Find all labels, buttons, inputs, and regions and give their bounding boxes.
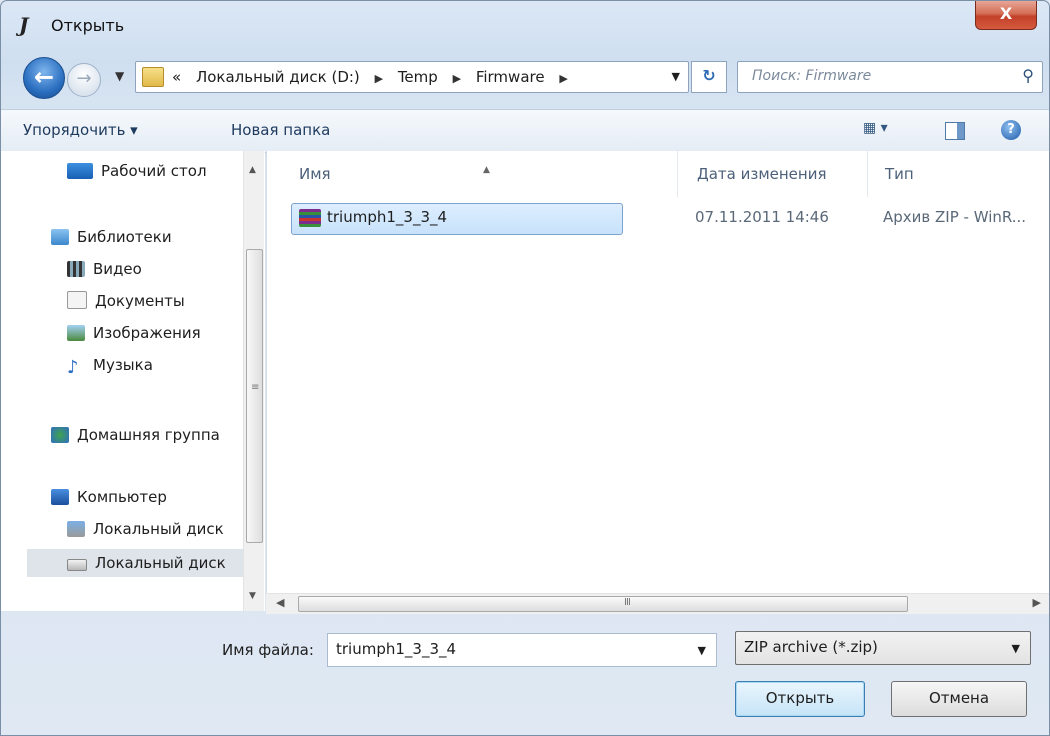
refresh-icon: ↻ [702,66,716,85]
grip-icon: ≡ [251,382,260,393]
breadcrumb-overflow[interactable]: « [172,68,181,86]
system-drive-icon [67,521,85,537]
breadcrumb-firmware[interactable]: Firmware [476,68,545,86]
chevron-down-icon: ▼ [1011,642,1020,655]
documents-icon [67,291,87,309]
nav-item-desktop[interactable]: Рабочий стол [67,159,207,183]
preview-pane-icon[interactable] [945,122,965,140]
nav-item-drive-c[interactable]: Локальный диск [67,517,224,541]
scrollbar-thumb[interactable]: ≡ [246,249,263,543]
filename-dropdown-icon[interactable]: ▼ [698,644,706,657]
nav-item-libraries[interactable]: Библиотеки [51,225,172,249]
views-button[interactable]: ▦ ▾ [863,120,888,136]
navigation-pane: Рабочий стол Библиотеки Видео Документы … [1,151,265,611]
desktop-icon [67,163,93,179]
nav-item-music[interactable]: ♪ Музыка [67,353,153,378]
libraries-icon [51,229,69,245]
nav-item-pictures[interactable]: Изображения [67,321,201,345]
window-title: Открыть [51,16,125,35]
filename-label: Имя файла: [222,641,314,659]
breadcrumb: « Локальный диск (D:) ▶ Temp ▶ Firmware … [172,68,578,86]
homegroup-icon [51,427,69,443]
music-icon: ♪ [67,357,79,378]
new-folder-button[interactable]: Новая папка [231,121,330,139]
scroll-down-icon[interactable]: ▼ [249,591,256,601]
forward-arrow-icon: → [76,68,92,89]
app-icon: J [19,13,29,37]
search-input[interactable]: Поиск: Firmware ⚲ [737,61,1043,93]
folder-icon [142,67,164,87]
computer-icon [51,489,69,505]
column-header-name[interactable]: Имя ▲ [267,151,678,197]
nav-item-drive-d[interactable]: Локальный диск [67,551,226,575]
address-bar[interactable]: « Локальный диск (D:) ▶ Temp ▶ Firmware … [135,61,689,93]
video-icon [67,261,85,277]
nav-item-homegroup[interactable]: Домашняя группа [51,423,220,447]
open-file-dialog: J Открыть X ← → ▼ « Локальный диск (D:) … [0,0,1050,736]
recent-pages-dropdown[interactable]: ▼ [115,69,124,83]
refresh-button[interactable]: ↻ [691,61,727,93]
title-bar: J Открыть X [1,1,1049,49]
column-header-type[interactable]: Тип [875,151,1049,197]
open-button[interactable]: Открыть [735,681,865,717]
back-arrow-icon: ← [33,63,55,91]
close-button[interactable]: X [975,1,1037,30]
file-type-value: ZIP archive (*.zip) [744,638,878,656]
sort-ascending-icon: ▲ [483,165,490,175]
grip-icon: Ⅲ [624,597,631,608]
cancel-button[interactable]: Отмена [891,681,1027,717]
scroll-left-icon[interactable]: ◀ [276,596,284,609]
help-icon[interactable]: ? [1001,120,1021,140]
breadcrumb-separator-icon[interactable]: ▶ [375,72,383,85]
file-date: 07.11.2011 14:46 [695,208,829,226]
nav-item-computer[interactable]: Компьютер [51,485,167,509]
table-row[interactable]: triumph1_3_3_4 07.11.2011 14:46 Архив ZI… [291,203,1049,235]
breadcrumb-temp[interactable]: Temp [398,68,438,86]
file-type: Архив ZIP - WinR... [883,208,1027,226]
address-dropdown-icon[interactable]: ▼ [672,70,680,83]
file-list: Имя ▲ Дата изменения Тип triumph1_3_3_4 … [266,151,1049,611]
pictures-icon [67,325,85,341]
scroll-up-icon[interactable]: ▲ [249,165,256,175]
command-bar: Упорядочить ▾ Новая папка ▦ ▾ ? [1,109,1049,153]
zip-archive-icon [299,209,321,227]
file-type-select[interactable]: ZIP archive (*.zip) ▼ [735,631,1031,665]
back-button[interactable]: ← [23,57,65,99]
breadcrumb-separator-icon[interactable]: ▶ [453,72,461,85]
search-placeholder: Поиск: Firmware [752,68,872,84]
nav-pane-scrollbar[interactable]: ▲ ≡ ▼ [243,151,264,611]
nav-item-documents[interactable]: Документы [67,289,185,313]
scroll-right-icon[interactable]: ▶ [1033,596,1041,609]
filename-value: triumph1_3_3_4 [336,640,457,658]
organize-button[interactable]: Упорядочить ▾ [23,121,138,139]
column-header-date[interactable]: Дата изменения [687,151,868,197]
scrollbar-thumb[interactable]: Ⅲ [298,596,908,612]
search-icon[interactable]: ⚲ [1022,66,1034,85]
forward-button[interactable]: → [67,63,101,97]
nav-item-video[interactable]: Видео [67,257,142,281]
file-list-scrollbar[interactable]: ◀ Ⅲ ▶ [266,593,1049,614]
drive-icon [67,559,87,571]
filename-field[interactable]: triumph1_3_3_4 ▼ [327,633,717,667]
file-name: triumph1_3_3_4 [327,208,448,226]
breadcrumb-drive[interactable]: Локальный диск (D:) [196,68,360,86]
breadcrumb-separator-icon[interactable]: ▶ [559,72,567,85]
